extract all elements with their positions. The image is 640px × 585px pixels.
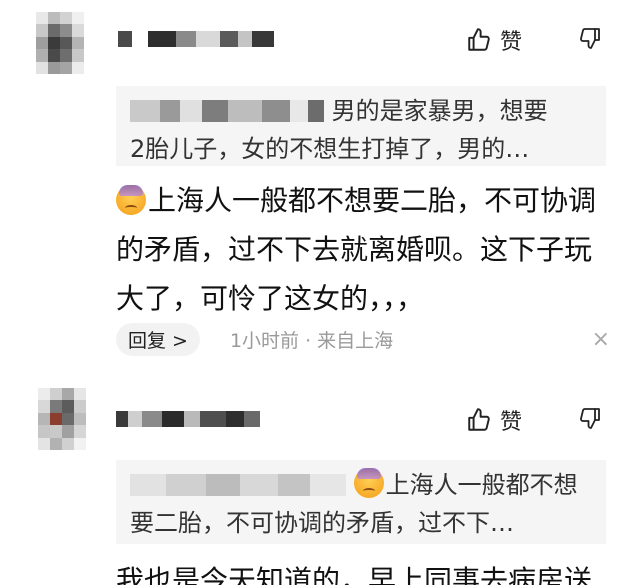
sweat-face-emoji-icon bbox=[116, 185, 146, 215]
reply-button[interactable]: 回复 > bbox=[116, 322, 200, 356]
thumb-up-icon bbox=[468, 408, 490, 431]
quote-text-line1: 男的是家暴男，想要 bbox=[331, 97, 548, 125]
quoted-reply[interactable]: 上海人一般都不想 要二胎，不可协调的矛盾，过不下… bbox=[116, 460, 606, 544]
quoted-reply[interactable]: 男的是家暴男，想要 2胎儿子，女的不想生打掉了，男的… bbox=[116, 86, 606, 166]
comment-line2: 的矛盾，过不下去就离婚呗。这下子玩 bbox=[116, 233, 593, 266]
comment-body: 我也是今天知道的，早上同事去病房送 bbox=[116, 556, 616, 585]
quote-text-line2: 要二胎，不可协调的矛盾，过不下… bbox=[130, 509, 514, 537]
thumb-down-icon[interactable] bbox=[578, 406, 602, 430]
comment-line1: 上海人一般都不想要二胎，不可协调 bbox=[148, 184, 597, 217]
comment-line3: 大了，可怜了这女的，，， bbox=[116, 282, 425, 315]
quote-text-line1: 上海人一般都不想 bbox=[385, 471, 578, 499]
thumb-down-icon[interactable] bbox=[578, 26, 602, 50]
comment-item: 赞 男的是家暴男，想要 2胎儿子，女的不想生打掉了，男的… 上海人一般都不想要二… bbox=[0, 0, 640, 368]
like-label: 赞 bbox=[500, 410, 523, 435]
comment-line1: 我也是今天知道的，早上同事去病房送 bbox=[116, 564, 593, 585]
close-icon[interactable]: × bbox=[592, 327, 610, 352]
timestamp-location: 1小时前 · 来自上海 bbox=[229, 329, 394, 352]
comment-item: 赞 上海人一般都不想 要二胎，不可协调的矛盾，过不下… 我也是今天知道的，早上同… bbox=[0, 380, 640, 585]
avatar[interactable] bbox=[38, 388, 86, 450]
comment-meta-row: 回复 > 1小时前 · 来自上海 × bbox=[116, 322, 610, 356]
username[interactable] bbox=[118, 28, 274, 50]
username[interactable] bbox=[116, 408, 260, 430]
avatar[interactable] bbox=[36, 12, 84, 74]
quote-text-line2: 2胎儿子，女的不想生打掉了，男的… bbox=[130, 135, 530, 163]
like-label: 赞 bbox=[500, 30, 523, 55]
like-button[interactable]: 赞 bbox=[466, 404, 522, 436]
comment-body: 上海人一般都不想要二胎，不可协调 的矛盾，过不下去就离婚呗。这下子玩 大了，可怜… bbox=[116, 176, 616, 323]
thumb-up-icon bbox=[468, 28, 490, 51]
sweat-face-emoji-icon bbox=[353, 468, 384, 498]
like-button[interactable]: 赞 bbox=[466, 24, 522, 56]
